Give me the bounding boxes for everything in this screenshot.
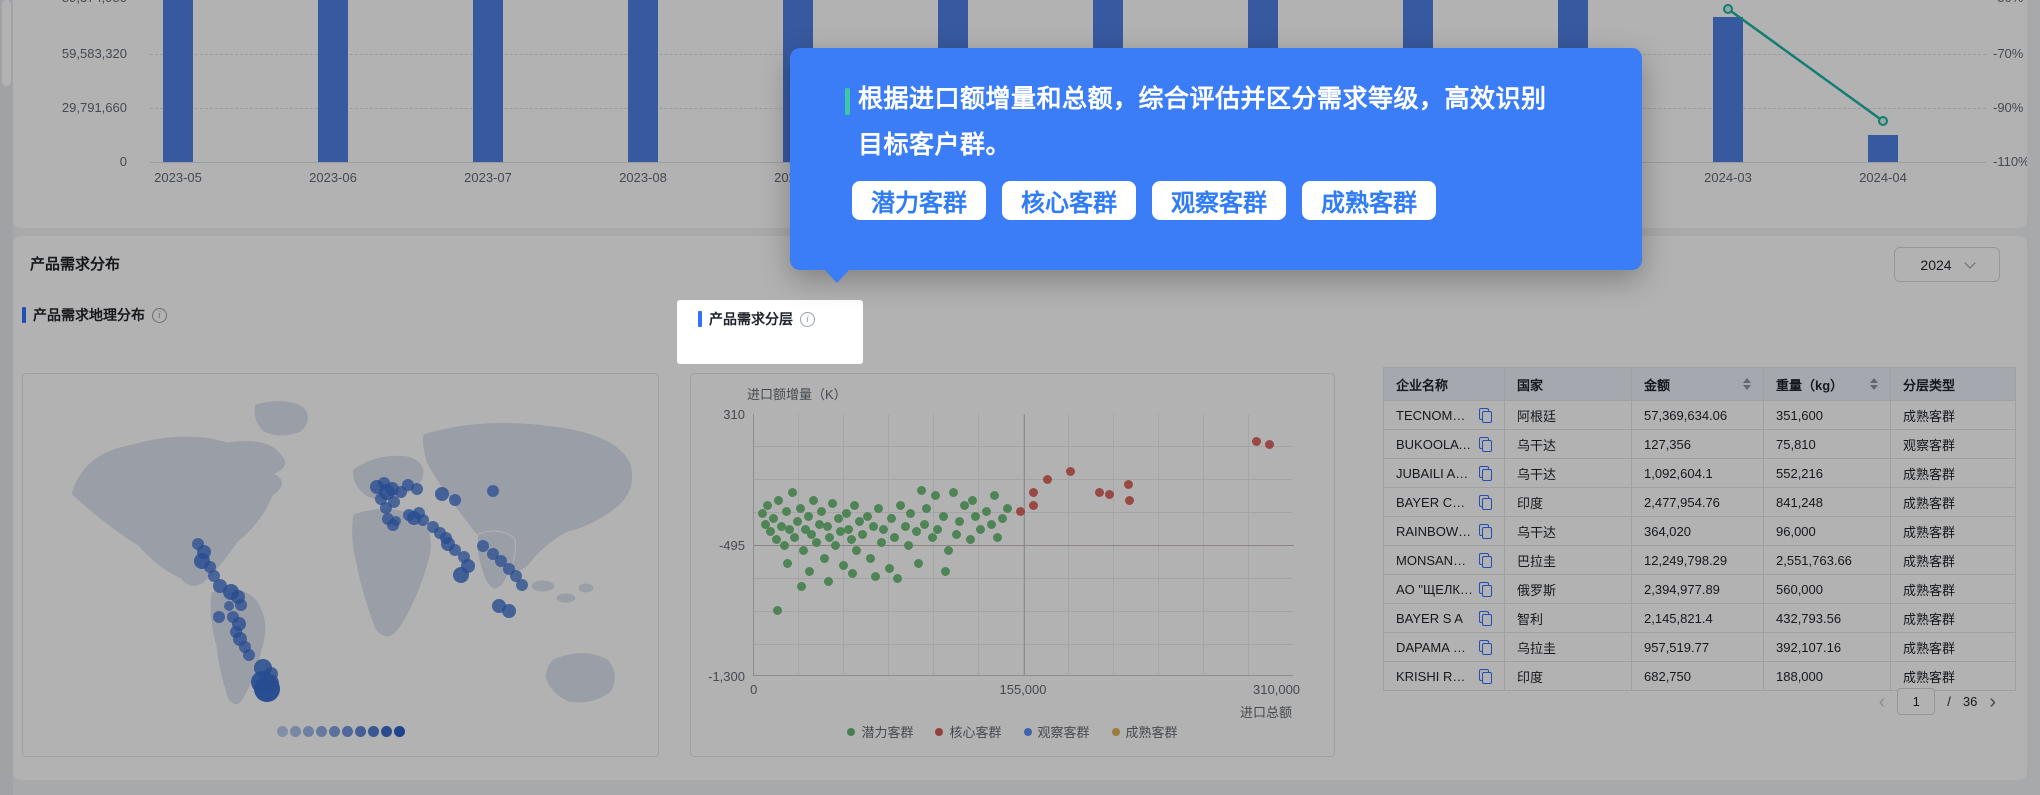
- dashboard-page: 89,374,98059,583,32029,791,6600 -50%-70%…: [0, 0, 2040, 795]
- tour-tooltip: 根据进口额增量和总额，综合评估并区分需求等级，高效识别目标客户群。 潜力客群 核心…: [790, 48, 1642, 283]
- tooltip-arrow-icon: [824, 269, 850, 283]
- tour-segment-button[interactable]: 成熟客群: [1302, 181, 1436, 220]
- scatter-panel-title: 产品需求分层 i: [698, 309, 815, 329]
- title-accent-bar: [698, 311, 702, 327]
- tour-segment-button[interactable]: 观察客群: [1152, 181, 1286, 220]
- scatter-panel-title-text: 产品需求分层: [709, 311, 793, 327]
- tooltip-buttons: 潜力客群 核心客群 观察客群 成熟客群: [852, 181, 1436, 220]
- tour-segment-button[interactable]: 核心客群: [1002, 181, 1136, 220]
- tour-segment-button[interactable]: 潜力客群: [852, 181, 986, 220]
- tooltip-accent-bar: [845, 88, 850, 115]
- tour-spotlight: 产品需求分层 i: [677, 300, 863, 364]
- info-icon[interactable]: i: [800, 311, 815, 327]
- tooltip-text: 根据进口额增量和总额，综合评估并区分需求等级，高效识别目标客户群。: [858, 85, 1547, 159]
